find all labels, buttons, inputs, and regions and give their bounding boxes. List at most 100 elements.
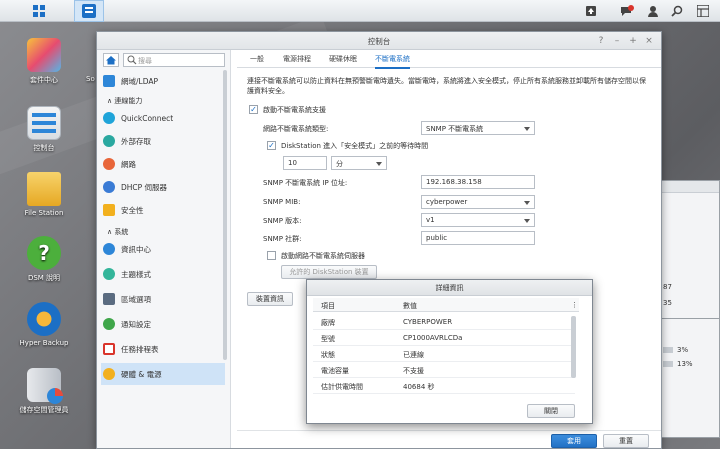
safe-mode-checkbox[interactable]: ✓ bbox=[267, 141, 276, 150]
sidebar-item-label: 主題樣式 bbox=[121, 269, 151, 279]
window-titlebar[interactable]: 控制台 ? – + × bbox=[97, 32, 661, 50]
minimize-icon[interactable]: – bbox=[611, 35, 623, 47]
close-icon[interactable]: × bbox=[643, 35, 655, 47]
theme-icon bbox=[103, 268, 115, 280]
row-value: 40684 秒 bbox=[403, 383, 435, 391]
sidebar-item-label: DHCP 伺服器 bbox=[121, 182, 168, 192]
desktop-icon-dsm-help[interactable]: ? DSM 說明 bbox=[6, 236, 82, 283]
home-button[interactable] bbox=[103, 53, 119, 67]
wait-unit-select[interactable]: 分 bbox=[331, 156, 387, 170]
quickconnect-icon bbox=[103, 112, 115, 124]
network-icon bbox=[103, 158, 115, 170]
device-info-button[interactable]: 裝置資訊 bbox=[247, 292, 293, 306]
reset-button[interactable]: 重置 bbox=[603, 434, 649, 448]
snmp-version-value: v1 bbox=[426, 216, 435, 224]
ups-description: 連接不斷電系統可以防止資料在無預警斷電時遺失。當斷電時，系統將進入安全模式，停止… bbox=[247, 77, 646, 95]
sidebar-item-notification[interactable]: 通知設定 bbox=[103, 313, 223, 335]
widget-icon[interactable] bbox=[688, 0, 718, 22]
wait-time-input[interactable]: 10 bbox=[283, 156, 327, 170]
sidebar-item-label: 區域選項 bbox=[121, 294, 151, 304]
main-menu-icon[interactable] bbox=[24, 0, 54, 22]
desktop-icon-label-partial: So bbox=[86, 75, 95, 83]
snmp-community-value: public bbox=[426, 234, 448, 242]
desktop-icon-package-center[interactable]: 套件中心 bbox=[6, 38, 82, 85]
desktop-icon-label: 控制台 bbox=[33, 144, 55, 152]
column-item-header[interactable]: 項目 bbox=[321, 301, 335, 311]
table-row: 估計供電時間 40684 秒 bbox=[313, 378, 575, 394]
row-value: CP1000AVRLCDa bbox=[403, 334, 463, 342]
bar-swatch bbox=[663, 361, 673, 367]
help-icon[interactable]: ? bbox=[595, 35, 607, 47]
footer-divider bbox=[237, 430, 661, 431]
tab-power-schedule[interactable]: 電源排程 bbox=[283, 54, 311, 64]
row-value: 已連線 bbox=[403, 351, 424, 359]
sidebar-item-regional[interactable]: 區域選項 bbox=[103, 288, 223, 310]
desktop-icon-hyper-backup[interactable]: Hyper Backup bbox=[6, 302, 82, 347]
regional-icon bbox=[103, 293, 115, 305]
column-value-header[interactable]: 數值 bbox=[403, 301, 417, 311]
snmp-mib-select[interactable]: cyberpower bbox=[421, 195, 535, 209]
row-value: 不支援 bbox=[403, 367, 424, 375]
sidebar-section-connectivity[interactable]: ∧ 連線能力 bbox=[107, 96, 142, 106]
sidebar-section-system[interactable]: ∧ 系統 bbox=[107, 227, 128, 237]
desktop-icon-label: Hyper Backup bbox=[19, 339, 69, 347]
desktop-icon-storage-manager[interactable]: 儲存空間管理員 bbox=[6, 368, 82, 415]
snmp-version-select[interactable]: v1 bbox=[421, 213, 535, 227]
search-input[interactable]: 搜尋 bbox=[123, 53, 225, 67]
sidebar-item-label: 網路 bbox=[121, 159, 136, 169]
ups-server-checkbox[interactable] bbox=[267, 251, 276, 260]
sidebar-item-info-center[interactable]: 資訊中心 bbox=[103, 238, 223, 260]
table-row: 狀態 已連線 bbox=[313, 346, 575, 362]
desktop-icon-label: File Station bbox=[24, 209, 64, 217]
window-title: 控制台 bbox=[367, 37, 391, 46]
sidebar-item-quickconnect[interactable]: QuickConnect bbox=[103, 107, 223, 129]
snmp-community-label: SNMP 社群: bbox=[263, 235, 302, 243]
details-table-header: 項目 數值 ⋮ bbox=[313, 298, 579, 312]
sidebar-scrollbar[interactable] bbox=[223, 70, 227, 360]
sidebar-item-task-scheduler[interactable]: 任務排程表 bbox=[103, 338, 223, 360]
dialog-scrollbar[interactable] bbox=[571, 316, 576, 378]
row-item: 電池容量 bbox=[321, 367, 349, 375]
close-button[interactable]: 關閉 bbox=[527, 404, 575, 418]
apply-button[interactable]: 套用 bbox=[551, 434, 597, 448]
sidebar-item-security[interactable]: 安全性 bbox=[103, 199, 223, 221]
ups-type-select[interactable]: SNMP 不斷電系統 bbox=[421, 121, 535, 135]
sidebar-item-dhcp[interactable]: DHCP 伺服器 bbox=[103, 176, 223, 198]
sidebar-item-label: 資訊中心 bbox=[121, 244, 151, 254]
tab-hdd-hibernation[interactable]: 硬碟休眠 bbox=[329, 54, 357, 64]
tab-general[interactable]: 一般 bbox=[250, 54, 264, 64]
table-row: 電池容量 不支援 bbox=[313, 362, 575, 378]
column-options-icon[interactable]: ⋮ bbox=[571, 301, 578, 309]
lightbulb-icon bbox=[103, 368, 115, 380]
shield-icon bbox=[103, 204, 115, 216]
desktop-icon-file-station[interactable]: File Station bbox=[6, 172, 82, 217]
sidebar-item-external-access[interactable]: 外部存取 bbox=[103, 130, 223, 152]
maximize-icon[interactable]: + bbox=[627, 35, 639, 47]
snmp-ip-input[interactable]: 192.168.38.158 bbox=[421, 175, 535, 189]
section-label: 連線能力 bbox=[114, 97, 143, 105]
permitted-devices-button[interactable]: 允許的 DiskStation 裝置 bbox=[281, 265, 377, 279]
calendar-icon bbox=[103, 343, 115, 355]
sidebar-item-hardware-power[interactable]: 硬體 & 電源 bbox=[101, 363, 225, 385]
storage-manager-icon bbox=[27, 368, 63, 404]
enable-ups-checkbox[interactable]: ✓ bbox=[249, 105, 258, 114]
table-row: 型號 CP1000AVRLCDa bbox=[313, 330, 575, 346]
search-icon bbox=[127, 55, 137, 65]
tab-ups[interactable]: 不斷電系統 bbox=[375, 54, 410, 69]
control-panel-app-icon[interactable] bbox=[74, 0, 104, 22]
dialog-title: 詳細資訊 bbox=[307, 280, 592, 296]
sidebar-item-theme[interactable]: 主題樣式 bbox=[103, 263, 223, 285]
sidebar-item-network[interactable]: 網路 bbox=[103, 153, 223, 175]
row-value: CYBERPOWER bbox=[403, 318, 453, 326]
upload-icon[interactable] bbox=[576, 0, 606, 22]
desktop-icon-label: 儲存空間管理員 bbox=[19, 406, 69, 414]
row-item: 型號 bbox=[321, 335, 335, 343]
ups-type-label: 網路不斷電系統類型: bbox=[263, 125, 329, 133]
snmp-community-input[interactable]: public bbox=[421, 231, 535, 245]
snmp-version-label: SNMP 版本: bbox=[263, 217, 302, 225]
ups-server-label: 啟動網路不斷電系統伺服器 bbox=[281, 252, 365, 260]
section-label: 系統 bbox=[114, 228, 129, 236]
desktop-icon-control-panel[interactable]: 控制台 bbox=[6, 106, 82, 153]
snmp-ip-value: 192.168.38.158 bbox=[426, 178, 482, 186]
sidebar-item-domain[interactable]: 網域/LDAP bbox=[103, 70, 223, 92]
